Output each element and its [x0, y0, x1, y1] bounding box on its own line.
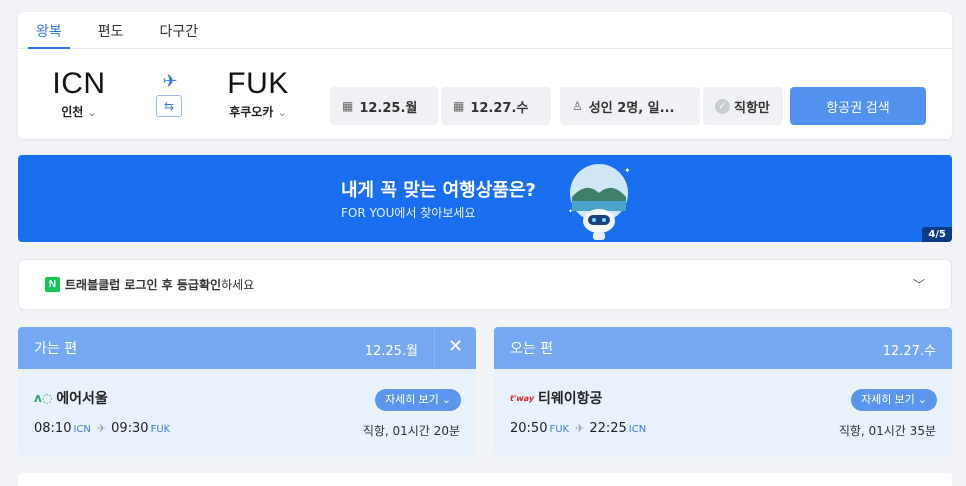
person-icon: ♙: [572, 99, 583, 113]
inbound-date: 12.27.수: [882, 344, 936, 359]
inbound-body: t'way 티웨이항공 자세히 보기 ⌄ 20:50 FUK ✈ 22:25 I…: [494, 369, 952, 457]
inbound-flight-card: 오는 편 12.27.수 t'way 티웨이항공 자세히 보기 ⌄ 20:50 …: [494, 327, 952, 457]
dep-time: 08:10: [34, 421, 72, 436]
outbound-times: 08:10 ICN ✈ 09:30 FUK: [34, 421, 174, 436]
inbound-detail-button[interactable]: 자세히 보기 ⌄: [851, 389, 937, 411]
notice-text-bold: 트래블클럽 로그인 후 등급확인: [65, 278, 222, 292]
direct-only-toggle[interactable]: ✓ 직항만: [703, 87, 783, 125]
dep-time: 20:50: [510, 421, 548, 436]
tway-logo-icon: t'way: [510, 393, 535, 403]
inbound-duration: 직항, 01시간 35분: [838, 424, 936, 438]
chevron-down-icon: ⌄: [917, 394, 927, 406]
arr-airport: ICN: [628, 424, 647, 435]
arrival-airport[interactable]: FUK 후쿠오카 ⌄: [213, 67, 303, 120]
return-date: 12.27.수: [470, 100, 529, 116]
svg-text:✦: ✦: [624, 166, 631, 175]
return-date-field[interactable]: ▦ 12.27.수: [441, 87, 551, 125]
chevron-down-icon: ⌄: [277, 106, 287, 119]
air-seoul-logo-icon: ʌ◌: [34, 391, 53, 405]
outbound-body: ʌ◌ 에어서울 자세히 보기 ⌄ 08:10 ICN ✈ 09:30 FUK 직…: [18, 369, 476, 457]
chevron-down-icon[interactable]: ﹀: [913, 276, 925, 293]
calendar-icon: ▦: [342, 99, 354, 113]
trip-type-tabs: 왕복 편도 다구간: [18, 12, 952, 49]
inbound-header: 오는 편 12.27.수: [494, 327, 952, 369]
airplane-icon: ✈: [96, 422, 107, 435]
passenger-summary: 성인 2명, 일...: [588, 100, 675, 116]
outbound-airline: 에어서울: [56, 391, 108, 407]
outbound-date: 12.25.월: [364, 344, 418, 359]
naver-logo-icon: N: [45, 277, 60, 292]
detail-label: 자세히 보기: [861, 394, 915, 406]
outbound-title: 가는 편: [34, 341, 78, 357]
passenger-field[interactable]: ♙ 성인 2명, 일...: [560, 87, 700, 125]
outbound-header: 가는 편 12.25.월 ✕: [18, 327, 476, 369]
promo-banner[interactable]: 내게 꼭 맞는 여행상품은? FOR YOU에서 찾아보세요 ✦ ✦ 4/5: [18, 155, 952, 242]
departure-date: 12.25.월: [359, 100, 418, 116]
direct-only-label: 직항만: [734, 100, 770, 116]
dep-airport: ICN: [73, 424, 91, 435]
login-notice[interactable]: N 트래블클럽 로그인 후 등급확인 하세요 ﹀: [18, 259, 952, 310]
banner-subtitle: FOR YOU에서 찾아보세요: [341, 206, 476, 220]
arrival-city: 후쿠오카: [229, 105, 274, 119]
departure-date-field[interactable]: ▦ 12.25.월: [330, 87, 438, 125]
banner-title: 내게 꼭 맞는 여행상품은?: [341, 180, 536, 201]
arr-time: 22:25: [589, 421, 627, 436]
detail-label: 자세히 보기: [385, 394, 439, 406]
chevron-down-icon: ⌄: [87, 106, 97, 119]
tab-multi-city[interactable]: 다구간: [160, 12, 199, 48]
check-icon: ✓: [715, 98, 730, 114]
search-flights-button[interactable]: 항공권 검색: [790, 87, 926, 125]
inbound-times: 20:50 FUK ✈ 22:25 ICN: [510, 421, 650, 436]
outbound-flight-card: 가는 편 12.25.월 ✕ ʌ◌ 에어서울 자세히 보기 ⌄ 08:10 IC…: [18, 327, 476, 457]
flight-search-card: 왕복 편도 다구간 ICN 인천 ⌄ ✈ ⇆ FUK 후쿠오카 ⌄ ▦ 12.2…: [18, 12, 952, 139]
results-card-edge: [18, 473, 952, 486]
departure-city: 인천: [61, 105, 84, 119]
inbound-airline: 티웨이항공: [538, 391, 603, 407]
arr-time: 09:30: [111, 421, 149, 436]
swap-airports-button[interactable]: ⇆: [156, 95, 182, 117]
robot-globe-illustration: ✦ ✦: [568, 164, 631, 240]
chevron-down-icon: ⌄: [441, 394, 451, 406]
close-icon[interactable]: ✕: [434, 327, 476, 369]
dep-airport: FUK: [549, 424, 570, 435]
banner-page-indicator: 4/5: [922, 227, 952, 242]
tab-one-way[interactable]: 편도: [98, 12, 124, 48]
route-row: ICN 인천 ⌄ ✈ ⇆ FUK 후쿠오카 ⌄ ▦ 12.25.월 ▦ 12.2…: [18, 49, 952, 139]
swap-area: ✈ ⇆: [156, 73, 184, 117]
airplane-icon: ✈: [162, 71, 178, 92]
inbound-title: 오는 편: [510, 341, 554, 357]
calendar-icon: ▦: [453, 99, 465, 113]
outbound-detail-button[interactable]: 자세히 보기 ⌄: [375, 389, 461, 411]
arr-airport: FUK: [150, 424, 171, 435]
arrival-code: FUK: [227, 67, 289, 100]
departure-code: ICN: [52, 67, 106, 100]
tab-round-trip[interactable]: 왕복: [28, 12, 70, 49]
outbound-duration: 직항, 01시간 20분: [362, 424, 460, 438]
svg-text:✦: ✦: [568, 208, 573, 215]
notice-text: 하세요: [221, 278, 255, 292]
departure-airport[interactable]: ICN 인천 ⌄: [34, 67, 124, 120]
airplane-icon: ✈: [575, 422, 585, 435]
